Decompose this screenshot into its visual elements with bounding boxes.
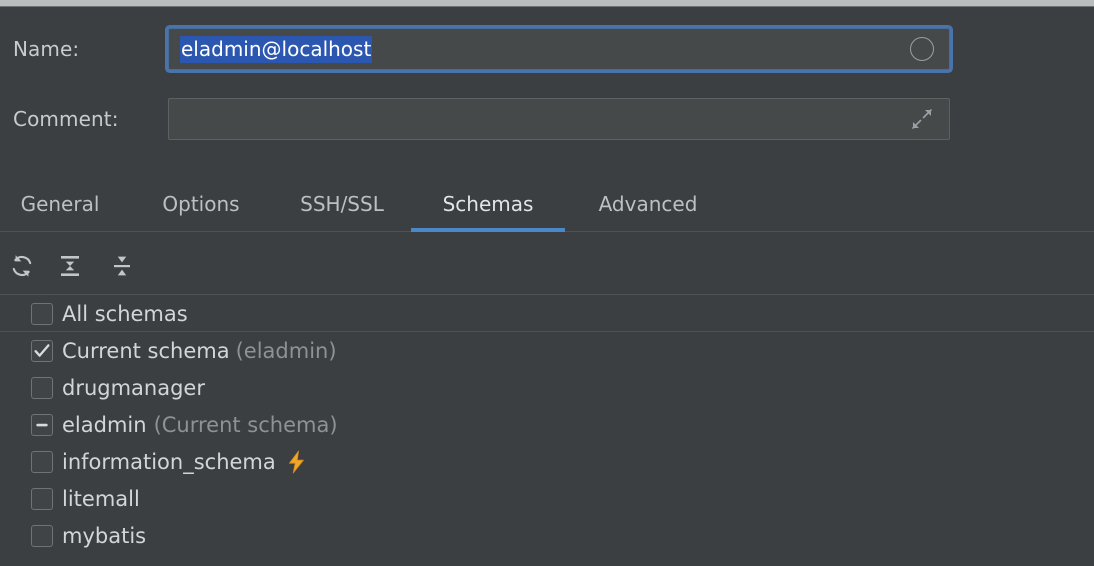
schema-row-all-schemas[interactable]: All schemas	[0, 295, 1094, 332]
expand-icon	[912, 109, 932, 129]
tab-advanced[interactable]: Advanced	[578, 176, 718, 232]
tab-schemas-label: Schemas	[442, 192, 534, 216]
tab-schemas-underline	[411, 228, 565, 232]
checkmark-icon	[34, 343, 50, 357]
window-titlebar-strip	[0, 0, 1094, 7]
checkbox-mybatis[interactable]	[31, 524, 53, 547]
name-input-value: eladmin@localhost	[180, 36, 373, 63]
checkbox-eladmin[interactable]	[31, 413, 53, 436]
tab-options[interactable]: Options	[140, 176, 262, 232]
tab-general[interactable]: General	[4, 176, 116, 232]
refresh-icon	[12, 255, 32, 277]
tab-schemas[interactable]: Schemas	[411, 176, 565, 232]
collapse-all-arrow-up	[117, 269, 127, 276]
schema-row-litemall[interactable]: litemall	[0, 480, 1094, 517]
tab-options-label: Options	[162, 192, 240, 216]
checkbox-all-schemas[interactable]	[31, 302, 53, 325]
settings-tabs: General Options SSH/SSL Schemas Advanced	[0, 176, 1094, 232]
expand-all-arrow-up	[65, 266, 75, 271]
tab-advanced-label: Advanced	[598, 192, 698, 216]
schema-label-eladmin: eladmin	[62, 412, 147, 437]
collapse-all-icon	[114, 256, 130, 276]
schema-row-mybatis[interactable]: mybatis	[0, 517, 1094, 554]
name-row: Name: eladmin@localhost	[0, 26, 1094, 72]
tab-ssh-ssl[interactable]: SSH/SSL	[278, 176, 406, 232]
schemas-toolbar	[0, 240, 1094, 529]
name-label: Name:	[13, 37, 80, 61]
schema-label-all-schemas: All schemas	[62, 301, 188, 326]
checkbox-litemall[interactable]	[31, 487, 53, 510]
indeterminate-dash-icon	[36, 423, 48, 426]
comment-label: Comment:	[13, 107, 119, 131]
name-input-text: eladmin@localhost	[180, 36, 373, 63]
collapse-all-button[interactable]	[102, 246, 142, 286]
circle-icon	[910, 37, 934, 61]
expand-all-button[interactable]	[50, 246, 90, 286]
tab-ssh-ssl-label: SSH/SSL	[300, 192, 384, 216]
schema-row-eladmin[interactable]: eladmin (Current schema)	[0, 406, 1094, 443]
collapse-all-arrow-down	[117, 256, 127, 263]
checkbox-information-schema[interactable]	[31, 450, 53, 473]
schema-hint-eladmin: (Current schema)	[153, 412, 338, 437]
refresh-button[interactable]	[2, 246, 42, 286]
schema-label-mybatis: mybatis	[62, 523, 147, 548]
name-input[interactable]: eladmin@localhost	[168, 28, 950, 70]
schema-hint-current-schema: (eladmin)	[235, 338, 337, 363]
comment-row: Comment:	[0, 96, 1094, 142]
schema-label-current-schema: Current schema	[62, 338, 230, 363]
schema-row-current-schema[interactable]: Current schema (eladmin)	[0, 332, 1094, 369]
comment-expand-button[interactable]	[909, 106, 935, 132]
schema-label-drugmanager: drugmanager	[62, 375, 205, 400]
expand-all-arrow-down	[65, 261, 75, 266]
tab-options-underline	[140, 228, 262, 232]
tab-advanced-underline	[578, 228, 718, 232]
checkbox-current-schema[interactable]	[31, 339, 53, 362]
data-source-properties-dialog: Name: eladmin@localhost Comment: General…	[0, 0, 1094, 566]
lightning-bolt-icon	[286, 450, 308, 474]
checkbox-drugmanager[interactable]	[31, 376, 53, 399]
schema-label-information-schema: information_schema	[62, 449, 276, 474]
expand-all-icon	[61, 256, 79, 276]
tab-general-underline	[4, 228, 116, 232]
tab-ssh-ssl-underline	[278, 228, 406, 232]
schema-row-information-schema[interactable]: information_schema	[0, 443, 1094, 480]
schema-row-drugmanager[interactable]: drugmanager	[0, 369, 1094, 406]
comment-input[interactable]	[168, 98, 950, 140]
tab-general-label: General	[20, 192, 100, 216]
schema-list[interactable]: All schemas Current schema (eladmin) dru…	[0, 295, 1094, 566]
schema-label-litemall: litemall	[62, 486, 140, 511]
connection-form: Name: eladmin@localhost Comment:	[0, 8, 1094, 168]
name-status-indicator[interactable]	[909, 36, 935, 62]
